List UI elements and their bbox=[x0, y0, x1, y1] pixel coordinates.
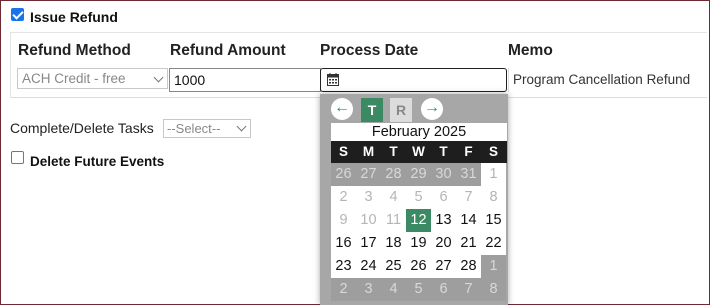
day-cell[interactable]: 23 bbox=[331, 255, 356, 278]
arrow-left-icon: ← bbox=[334, 99, 350, 116]
weekday-header: SMTWTFS bbox=[331, 141, 507, 163]
month-label: February 2025 bbox=[331, 123, 507, 141]
refund-method-select[interactable]: ACH Credit - free bbox=[17, 68, 168, 89]
day-cell: 28 bbox=[381, 163, 406, 186]
refund-method-value: ACH Credit - free bbox=[22, 71, 126, 86]
day-cell: 1 bbox=[481, 255, 506, 278]
prev-month-button[interactable]: ← bbox=[331, 98, 353, 120]
day-cell: 5 bbox=[406, 186, 431, 209]
day-cell: 7 bbox=[456, 278, 481, 301]
day-cell: 26 bbox=[331, 163, 356, 186]
day-cell[interactable]: 19 bbox=[406, 232, 431, 255]
weekday-label: M bbox=[362, 144, 375, 159]
day-cell: 2 bbox=[331, 278, 356, 301]
day-cell[interactable]: 20 bbox=[431, 232, 456, 255]
day-cell: 27 bbox=[356, 163, 381, 186]
memo-header: Memo bbox=[508, 42, 553, 59]
day-cell: 30 bbox=[431, 163, 456, 186]
chevron-down-icon bbox=[153, 72, 164, 83]
day-cell: 9 bbox=[331, 209, 356, 232]
day-cell[interactable]: 26 bbox=[406, 255, 431, 278]
day-cell: 31 bbox=[456, 163, 481, 186]
refund-amount-input[interactable]: 1000 bbox=[169, 68, 321, 92]
refund-method-header: Refund Method bbox=[18, 42, 131, 59]
day-cell[interactable]: 17 bbox=[356, 232, 381, 255]
day-cell: 6 bbox=[431, 278, 456, 301]
delete-future-checkbox[interactable] bbox=[11, 151, 24, 164]
issue-refund-label: Issue Refund bbox=[30, 9, 118, 25]
day-cell: 4 bbox=[381, 278, 406, 301]
refund-amount-header: Refund Amount bbox=[170, 42, 286, 59]
range-tab[interactable]: R bbox=[390, 98, 412, 122]
weekday-label: S bbox=[488, 144, 498, 159]
day-cell[interactable]: 22 bbox=[481, 232, 506, 255]
day-cell: 3 bbox=[356, 278, 381, 301]
today-tab[interactable]: T bbox=[361, 98, 383, 122]
process-date-header: Process Date bbox=[320, 42, 419, 59]
weekday-label: T bbox=[439, 144, 448, 159]
chevron-down-icon bbox=[236, 121, 247, 132]
day-cell: 29 bbox=[406, 163, 431, 186]
day-cell[interactable]: 28 bbox=[456, 255, 481, 278]
tasks-select-value: --Select-- bbox=[167, 121, 221, 136]
process-date-input[interactable] bbox=[320, 68, 507, 92]
day-cell[interactable]: 24 bbox=[356, 255, 381, 278]
day-cell-selected[interactable]: 12 bbox=[406, 209, 431, 232]
day-cell[interactable]: 21 bbox=[456, 232, 481, 255]
day-cell[interactable]: 18 bbox=[381, 232, 406, 255]
arrow-right-icon: → bbox=[424, 99, 440, 116]
day-cell[interactable]: 27 bbox=[431, 255, 456, 278]
weekday-label: T bbox=[389, 144, 398, 159]
day-cell: 5 bbox=[406, 278, 431, 301]
day-cell[interactable]: 25 bbox=[381, 255, 406, 278]
day-cell: 6 bbox=[431, 186, 456, 209]
weekday-label: F bbox=[464, 144, 473, 159]
day-cell: 2 bbox=[331, 186, 356, 209]
tasks-select[interactable]: --Select-- bbox=[163, 119, 251, 138]
day-cell[interactable]: 16 bbox=[331, 232, 356, 255]
day-cell: 3 bbox=[356, 186, 381, 209]
day-cell[interactable]: 14 bbox=[456, 209, 481, 232]
refund-amount-value: 1000 bbox=[174, 72, 206, 88]
day-cell: 8 bbox=[481, 278, 506, 301]
weekday-label: S bbox=[338, 144, 348, 159]
tasks-label: Complete/Delete Tasks bbox=[10, 120, 154, 136]
day-cell: 4 bbox=[381, 186, 406, 209]
memo-input[interactable]: Program Cancellation Refund bbox=[508, 68, 706, 92]
day-cell: 11 bbox=[381, 209, 406, 232]
issue-refund-checkbox[interactable] bbox=[11, 8, 24, 21]
calendar-icon[interactable] bbox=[327, 73, 339, 86]
day-cell: 1 bbox=[481, 163, 506, 186]
datepicker: ← T R → February 2025 SMTWTFS 26 27 28 29 30… bbox=[320, 94, 508, 305]
day-cell: 10 bbox=[356, 209, 381, 232]
memo-value: Program Cancellation Refund bbox=[513, 72, 691, 87]
day-cell[interactable]: 15 bbox=[481, 209, 506, 232]
delete-future-label: Delete Future Events bbox=[30, 154, 165, 169]
day-cell[interactable]: 13 bbox=[431, 209, 456, 232]
day-cell: 8 bbox=[481, 186, 506, 209]
day-cell: 7 bbox=[456, 186, 481, 209]
weekday-label: W bbox=[412, 144, 425, 159]
next-month-button[interactable]: → bbox=[421, 98, 443, 120]
